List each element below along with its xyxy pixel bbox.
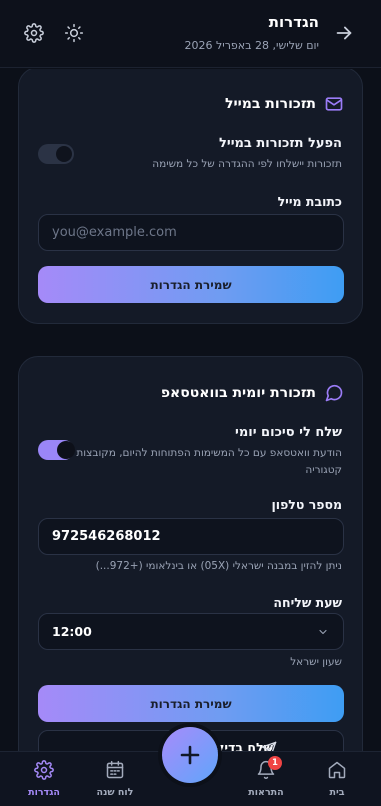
chat-bubble-icon xyxy=(325,384,343,402)
whatsapp-card-title: תזכורת יומית בוואטסאפ xyxy=(160,385,316,401)
email-placeholder: you@example.com xyxy=(52,225,177,240)
nav-calendar-label: לוח שנה xyxy=(96,787,134,798)
page-title: הגדרות xyxy=(268,13,319,31)
toggle-knob xyxy=(56,146,72,162)
email-enable-desc: תזכורות יישלחו לפי ההגדרה של כל משימה xyxy=(152,158,342,170)
gear-icon xyxy=(34,760,54,780)
mail-icon xyxy=(325,97,343,111)
page-date: יום שלישי, 28 באפריל 2026 xyxy=(184,39,319,52)
chevron-down-icon xyxy=(319,629,327,635)
arrow-right-icon[interactable] xyxy=(333,22,355,44)
gear-icon[interactable] xyxy=(24,23,44,43)
email-card-title: תזכורות במייל xyxy=(225,96,316,112)
plus-icon xyxy=(180,745,200,765)
app-header: הגדרות יום שלישי, 28 באפריל 2026 xyxy=(0,0,381,68)
whatsapp-reminders-card: תזכורת יומית בוואטסאפ שלח לי סיכום יומי … xyxy=(18,356,363,751)
notification-badge: 1 xyxy=(268,756,282,770)
nav-settings[interactable]: הגדרות xyxy=(16,760,72,798)
email-enable-toggle[interactable] xyxy=(38,144,74,164)
email-reminders-card: תזכורות במייל הפעל תזכורות במייל תזכורות… xyxy=(18,69,363,324)
email-input[interactable]: you@example.com xyxy=(38,214,344,251)
send-time-value: 12:00 xyxy=(52,624,92,639)
phone-value: 972546268012 xyxy=(52,529,161,544)
phone-input[interactable]: 972546268012 xyxy=(38,518,344,555)
calendar-icon xyxy=(106,760,124,779)
nav-settings-label: הגדרות xyxy=(28,787,60,798)
home-icon xyxy=(328,761,346,779)
phone-hint: ניתן להזין במבנה ישראלי (05X) או בינלאומ… xyxy=(95,560,342,572)
settings-content[interactable]: תזכורות במייל הפעל תזכורות במייל תזכורות… xyxy=(0,69,381,751)
toggle-knob xyxy=(57,441,75,459)
email-save-button[interactable]: שמירת הגדרות xyxy=(38,266,344,303)
send-time-select[interactable]: 12:00 xyxy=(38,613,344,650)
email-card-header: תזכורות במייל xyxy=(225,94,344,114)
nav-home-label: בית xyxy=(329,787,345,798)
sun-icon[interactable] xyxy=(64,23,84,43)
nav-calendar[interactable]: לוח שנה xyxy=(87,760,143,798)
whatsapp-card-header: תזכורת יומית בוואטסאפ xyxy=(161,383,344,403)
send-time-label: שעת שליחה xyxy=(273,595,342,610)
send-icon xyxy=(261,741,277,751)
nav-notifications-label: התראות xyxy=(248,787,284,798)
whatsapp-save-button[interactable]: שמירת הגדרות xyxy=(38,685,344,722)
email-address-label: כתובת מייל xyxy=(277,194,342,209)
phone-label: מספר טלפון xyxy=(271,497,343,512)
daily-summary-title: שלח לי סיכום יומי xyxy=(235,425,342,440)
add-task-button[interactable] xyxy=(162,727,218,783)
nav-home[interactable]: בית xyxy=(309,760,365,798)
daily-summary-desc: הודעת וואטסאפ עם כל המשימות הפתוחות להיו… xyxy=(58,447,342,476)
daily-summary-toggle[interactable] xyxy=(38,440,75,460)
email-enable-title: הפעל תזכורות במייל xyxy=(219,136,342,151)
nav-notifications[interactable]: 1 התראות xyxy=(238,756,294,798)
timezone-hint: שעון ישראל xyxy=(290,656,342,668)
